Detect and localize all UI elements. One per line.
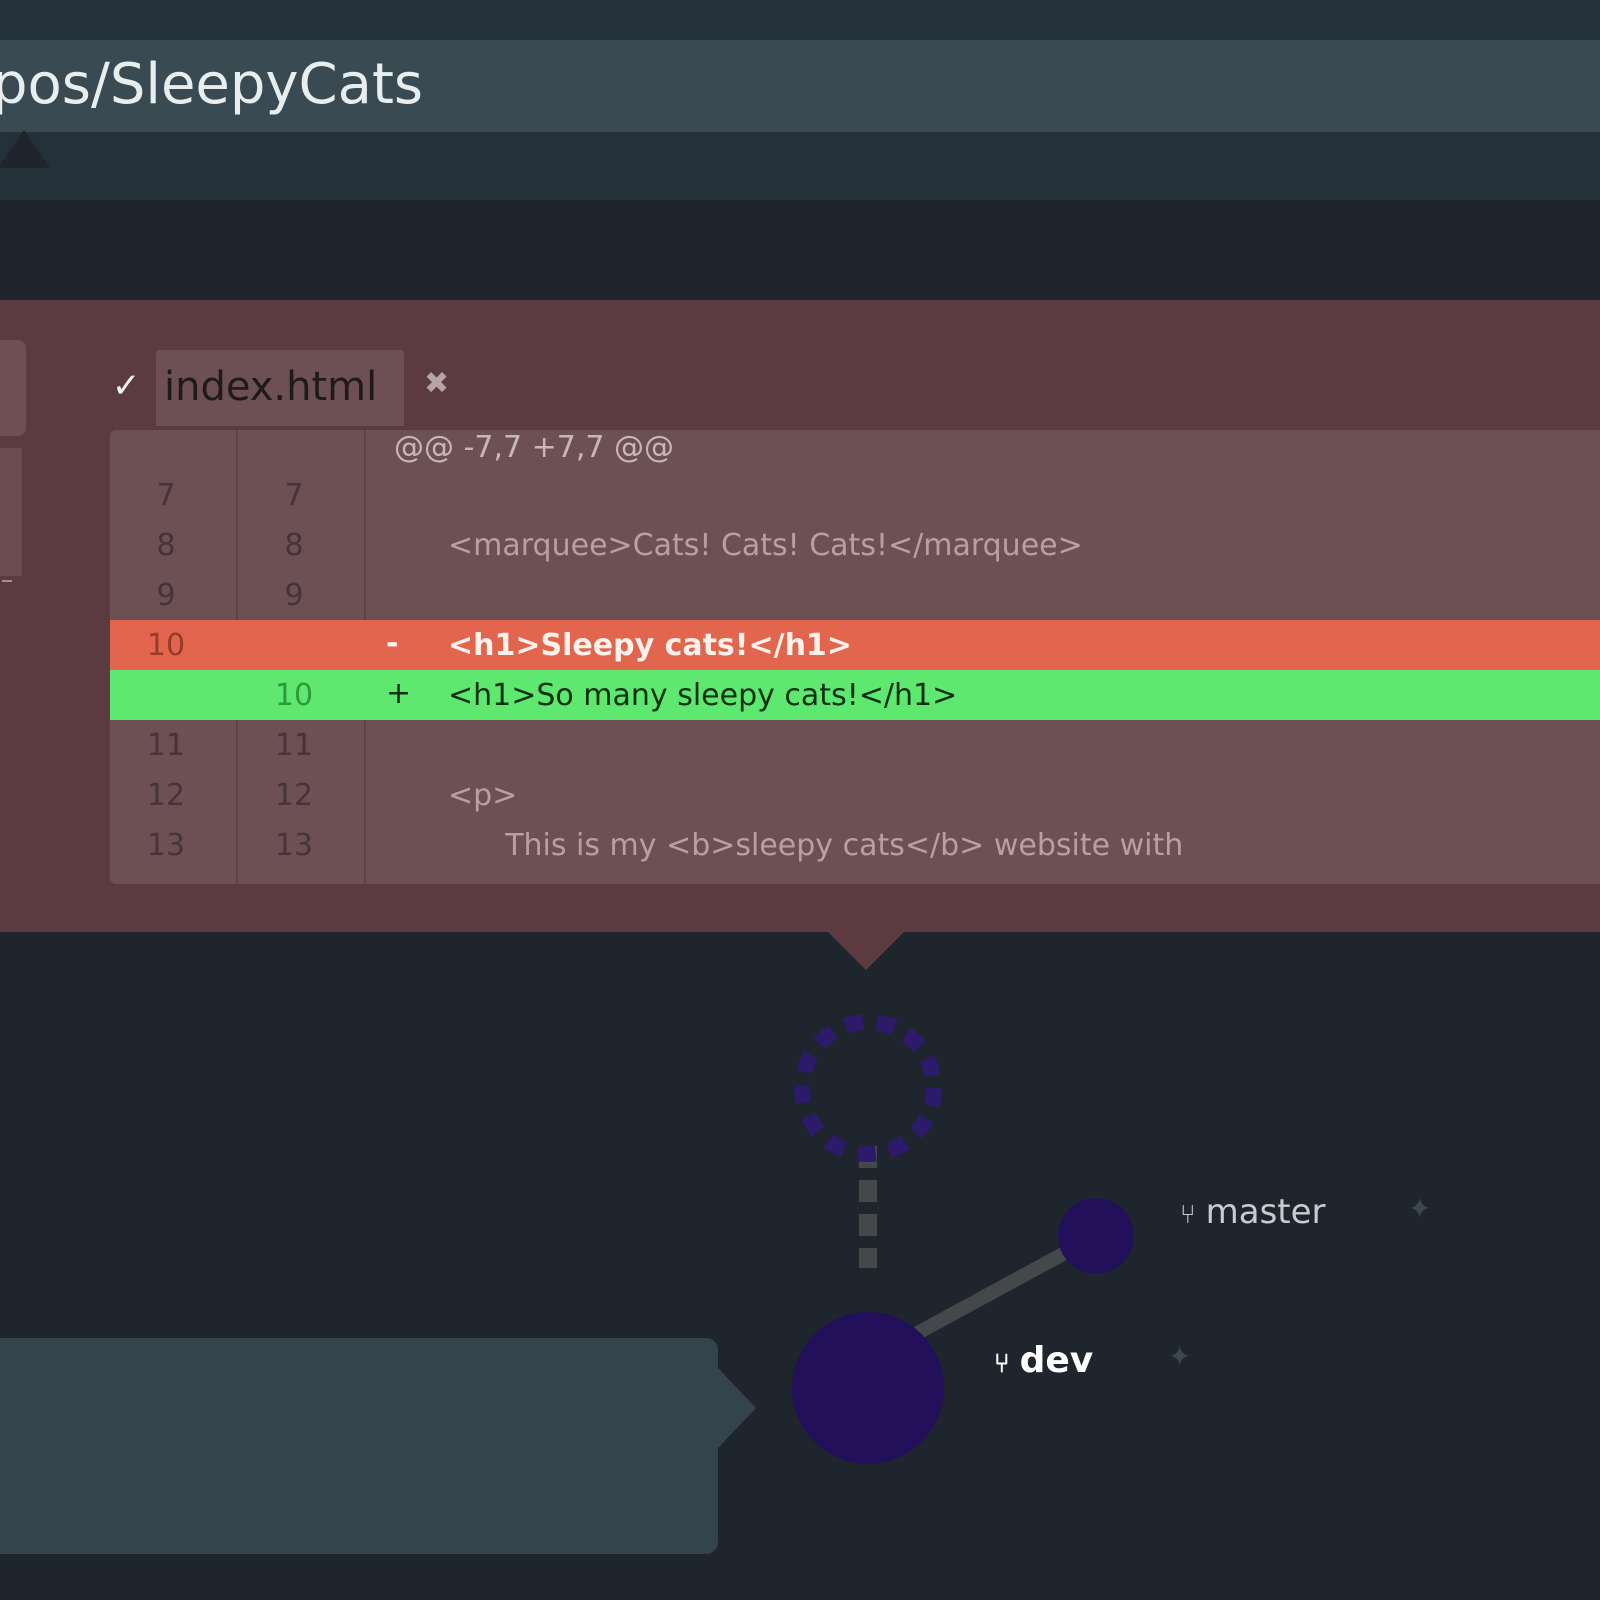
old-line-number: 8 (156, 528, 176, 563)
new-line-number: 8 (284, 528, 304, 563)
code-text: <h1>So many sleepy cats!</h1> (448, 678, 958, 713)
side-panel-edge[interactable] (0, 340, 26, 436)
old-line-number: 11 (146, 728, 186, 763)
diff-sign: + (386, 676, 412, 711)
old-line-number: 13 (146, 828, 186, 863)
diff-line[interactable]: 77 (110, 470, 1600, 520)
branch-icon: ⑂ (994, 1349, 1010, 1379)
toolbar-strip (0, 130, 1600, 200)
diff-line[interactable]: 8 8 <marquee>Cats! Cats! Cats!</marquee> (110, 520, 1600, 570)
code-text: <h1>Sleepy cats!</h1> (448, 628, 852, 663)
commit-box-arrow (718, 1368, 756, 1448)
branch-label-dev[interactable]: ⑂ dev (994, 1340, 1093, 1381)
gear-icon[interactable]: ✦ (1408, 1192, 1431, 1225)
file-name: index.html (164, 364, 378, 410)
pending-commit-node[interactable] (794, 1014, 942, 1162)
code-text: <p> (448, 778, 518, 813)
old-line-number: 9 (156, 578, 176, 613)
master-commit-node[interactable] (1058, 1198, 1134, 1274)
new-line-number: 11 (274, 728, 314, 763)
new-line-number: 10 (274, 678, 314, 713)
side-panel-mark (2, 580, 12, 582)
side-panel-edge-lower (0, 448, 22, 576)
top-strip (0, 0, 1600, 40)
code-text: <marquee>Cats! Cats! Cats!</marquee> (448, 528, 1083, 563)
hunk-header: @@ -7,7 +7,7 @@ (394, 430, 674, 465)
diff-sign: - (386, 626, 399, 661)
commit-message-box[interactable] (0, 1338, 756, 1554)
old-line-number: 12 (146, 778, 186, 813)
diff-line[interactable]: 99 (110, 570, 1600, 620)
diff-line[interactable]: 11 11 (110, 720, 1600, 770)
gear-icon[interactable]: ✦ (1168, 1340, 1191, 1373)
branch-icon: ⑂ (1180, 1200, 1196, 1230)
diff-line[interactable]: 12 12 <p> (110, 770, 1600, 820)
new-line-number: 7 (284, 478, 304, 513)
new-line-number: 12 (274, 778, 314, 813)
diff-view: @@ -7,7 +7,7 @@ 7 7 8 8 <marquee>Cats! Cats!… (110, 430, 1600, 884)
dev-commit-node[interactable] (792, 1312, 944, 1464)
close-icon[interactable]: ✖ (424, 366, 449, 401)
branch-name: dev (1019, 1340, 1094, 1381)
file-tab[interactable]: index.html (156, 350, 404, 426)
branch-label-master[interactable]: ⑂ master (1180, 1192, 1326, 1232)
old-line-number: 10 (146, 628, 186, 663)
diff-line-removed[interactable]: 10 - <h1>Sleepy cats!</h1> (110, 620, 1600, 670)
new-line-number: 13 (274, 828, 314, 863)
repo-path-bar: pos/SleepyCats (0, 40, 1600, 132)
check-icon[interactable]: ✓ (112, 366, 141, 406)
new-line-number: 9 (284, 578, 304, 613)
diff-line-added[interactable]: 10 + <h1>So many sleepy cats!</h1> (110, 670, 1600, 720)
code-text: This is my <b>sleepy cats</b> website wi… (448, 828, 1184, 863)
old-line-number: 7 (156, 478, 176, 513)
repo-path[interactable]: pos/SleepyCats (0, 52, 423, 117)
toolbar-notch (0, 130, 50, 168)
diff-line[interactable]: 13 13 This is my <b>sleepy cats</b> websi… (110, 820, 1600, 870)
branch-name: master (1205, 1192, 1326, 1232)
